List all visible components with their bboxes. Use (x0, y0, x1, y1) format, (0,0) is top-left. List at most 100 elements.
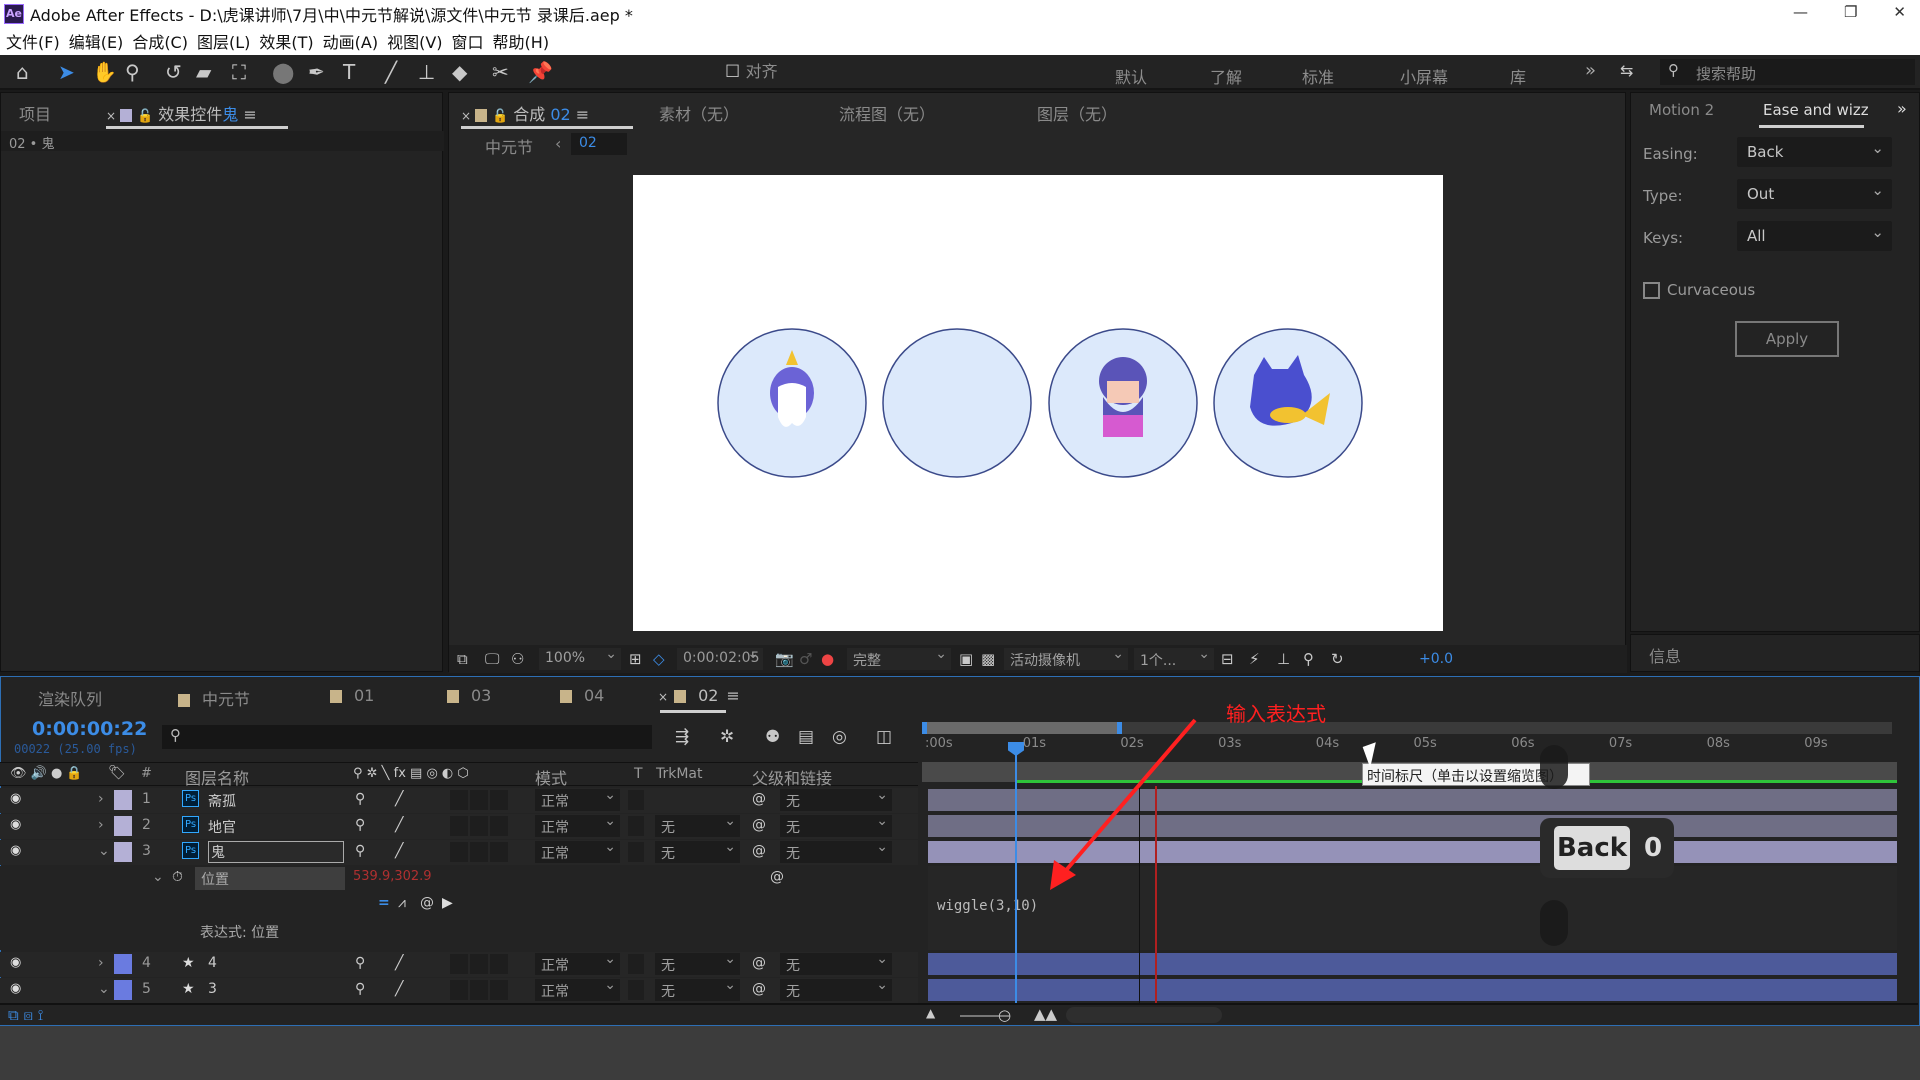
zoom-in-icon[interactable]: ▲▲ (1034, 1005, 1057, 1023)
menu-item[interactable]: 编辑(E) (69, 29, 124, 53)
layer-duration-bar[interactable] (928, 979, 1897, 1001)
selection-icon[interactable]: ➤ (58, 61, 75, 83)
zoom-icon[interactable]: ⚲ (125, 61, 140, 83)
label-color-swatch[interactable] (114, 816, 132, 836)
switch-box[interactable] (490, 954, 508, 974)
trkmat-dropdown[interactable]: 无 (655, 951, 740, 975)
keys-dropdown[interactable]: All (1737, 221, 1892, 251)
parent-pickwhip-icon[interactable]: @ (752, 817, 766, 833)
collapse-chevron-icon[interactable]: ⌄ (98, 843, 110, 859)
switch-box[interactable] (450, 842, 468, 862)
expression-enable-icon[interactable]: = (378, 895, 390, 911)
type-dropdown[interactable]: Out (1737, 179, 1892, 209)
mode-dropdown[interactable]: 正常 (535, 977, 620, 1001)
shy-switch-icon[interactable]: ⚲ (355, 955, 365, 971)
shy-layers-icon[interactable]: ⚉ (765, 726, 780, 748)
menu-item[interactable]: 视图(V) (387, 29, 442, 53)
layer-name[interactable]: 地官 (208, 817, 236, 837)
panel-overflow-icon[interactable]: » (1897, 99, 1907, 118)
playhead-line[interactable] (1015, 742, 1017, 1010)
layer-name[interactable]: 斋孤 (208, 791, 236, 811)
grid-icon[interactable]: ⊞ (629, 648, 642, 670)
label-color-swatch[interactable] (114, 954, 132, 974)
timeline-tab-4[interactable]: 04 (560, 686, 604, 705)
track-matte-box[interactable] (628, 980, 644, 1000)
timeline-scrollbar[interactable] (1066, 1007, 1222, 1023)
track-matte-box[interactable] (628, 954, 644, 974)
fast-preview-icon[interactable]: ▣ (959, 648, 973, 670)
switch-box[interactable] (470, 980, 488, 1000)
tab-motion-2[interactable]: Motion 2 (1649, 101, 1714, 119)
switch-box[interactable] (450, 790, 468, 810)
position-value[interactable]: 539.9,302.9 (353, 869, 432, 884)
timeline-tab-5[interactable]: × 02 ≡ (658, 686, 740, 705)
transparency-grid-icon[interactable]: ▩ (981, 648, 995, 670)
current-timecode[interactable]: 0:00:00:22 (32, 718, 147, 740)
quality-switch-icon[interactable]: ╱ (395, 843, 403, 859)
home-icon[interactable]: ⌂ (16, 61, 29, 83)
stopwatch-icon[interactable]: ⏱ (172, 869, 183, 885)
mode-dropdown[interactable]: 正常 (535, 839, 620, 863)
collapse-chevron-icon[interactable]: ⌄ (98, 981, 110, 997)
quality-switch-icon[interactable]: ╱ (395, 817, 403, 833)
close-button[interactable]: ✕ (1893, 3, 1906, 21)
parent-dropdown[interactable]: 无 (780, 813, 892, 837)
trkmat-dropdown[interactable]: 无 (655, 813, 740, 837)
expand-chevron-icon[interactable]: › (98, 955, 104, 971)
layer-row[interactable]: ◉ ⌄ 3 Ps 鬼 ⚲ ╱ 正常 无 @ 无 (0, 839, 918, 865)
quality-switch-icon[interactable]: ╱ (395, 791, 403, 807)
tab-effect-controls[interactable]: × 🔓 效果控件鬼 ≡ (106, 101, 257, 125)
parent-pickwhip-icon[interactable]: @ (752, 955, 766, 971)
pan-behind-icon[interactable]: ⛶ (232, 61, 246, 83)
character-blue-fox[interactable] (1213, 328, 1363, 478)
align-checkbox[interactable]: ☐ 对齐 (725, 61, 778, 83)
parent-pickwhip-icon[interactable]: @ (752, 791, 766, 807)
workspace-1[interactable]: 了解 (1210, 64, 1242, 88)
layer-row[interactable]: ◉ › 4 ★ 4 ⚲ ╱ 正常 无 @ 无 (0, 951, 918, 977)
shy-switch-icon[interactable]: ⚲ (355, 981, 365, 997)
puppet-pin-icon[interactable]: 📌 (528, 61, 553, 83)
tab-footage[interactable]: 素材（无） (659, 101, 739, 125)
composition-canvas[interactable] (633, 175, 1443, 631)
apply-button[interactable]: Apply (1735, 321, 1839, 357)
workspace-0[interactable]: 默认 (1115, 64, 1147, 88)
menu-item[interactable]: 帮助(H) (493, 29, 550, 53)
layer-row[interactable]: ◉ › 2 Ps 地官 ⚲ ╱ 正常 无 @ 无 (0, 813, 918, 839)
menu-item[interactable]: 动画(A) (323, 29, 378, 53)
switch-box[interactable] (470, 842, 488, 862)
mode-dropdown[interactable]: 正常 (535, 951, 620, 975)
comp-nav-current[interactable]: 02 (571, 133, 627, 155)
switch-box[interactable] (450, 954, 468, 974)
camera-icon[interactable]: ▰ (196, 61, 211, 83)
parent-dropdown[interactable]: 无 (780, 839, 892, 863)
graph-editor-icon[interactable]: ◫ (876, 726, 892, 748)
track-matte-box[interactable] (628, 816, 644, 836)
text-icon[interactable]: T (343, 61, 355, 83)
layer-name-header[interactable]: 图层名称 (185, 765, 249, 789)
draft-3d-icon[interactable]: ✲ (720, 726, 734, 748)
region-of-interest-icon[interactable]: ◇ (653, 648, 665, 670)
panel-menu-icon[interactable]: ≡ (726, 686, 739, 705)
frame-blending-icon[interactable]: ▤ (798, 726, 814, 748)
expand-chevron-icon[interactable]: › (98, 791, 104, 807)
mode-dropdown[interactable]: 正常 (535, 813, 620, 837)
tab-flowchart[interactable]: 流程图（无） (839, 101, 935, 125)
menu-item[interactable]: 文件(F) (6, 29, 60, 53)
layer-name[interactable]: 3 (208, 981, 217, 997)
parent-dropdown[interactable]: 无 (780, 787, 892, 811)
workspace-4[interactable]: 库 (1510, 64, 1526, 88)
switch-box[interactable] (450, 980, 468, 1000)
sync-settings-icon[interactable]: ⇆ (1620, 60, 1633, 82)
roto-brush-icon[interactable]: ✂ (492, 61, 509, 83)
mask-icon[interactable]: ⚇ (511, 648, 524, 670)
visibility-eye-icon[interactable]: ◉ (10, 955, 21, 970)
tab-ease-and-wizz[interactable]: Ease and wizz (1763, 101, 1869, 119)
timeline-tab-3[interactable]: 03 (447, 686, 491, 705)
track-matte-box[interactable] (628, 842, 644, 862)
timeline-icon[interactable]: ⊥ (1277, 648, 1290, 670)
menu-item[interactable]: 效果(T) (259, 29, 313, 53)
switch-box[interactable] (490, 790, 508, 810)
expression-graph-icon[interactable]: ⩘ (398, 895, 406, 911)
label-color-swatch[interactable] (114, 842, 132, 862)
label-color-swatch[interactable] (114, 790, 132, 810)
